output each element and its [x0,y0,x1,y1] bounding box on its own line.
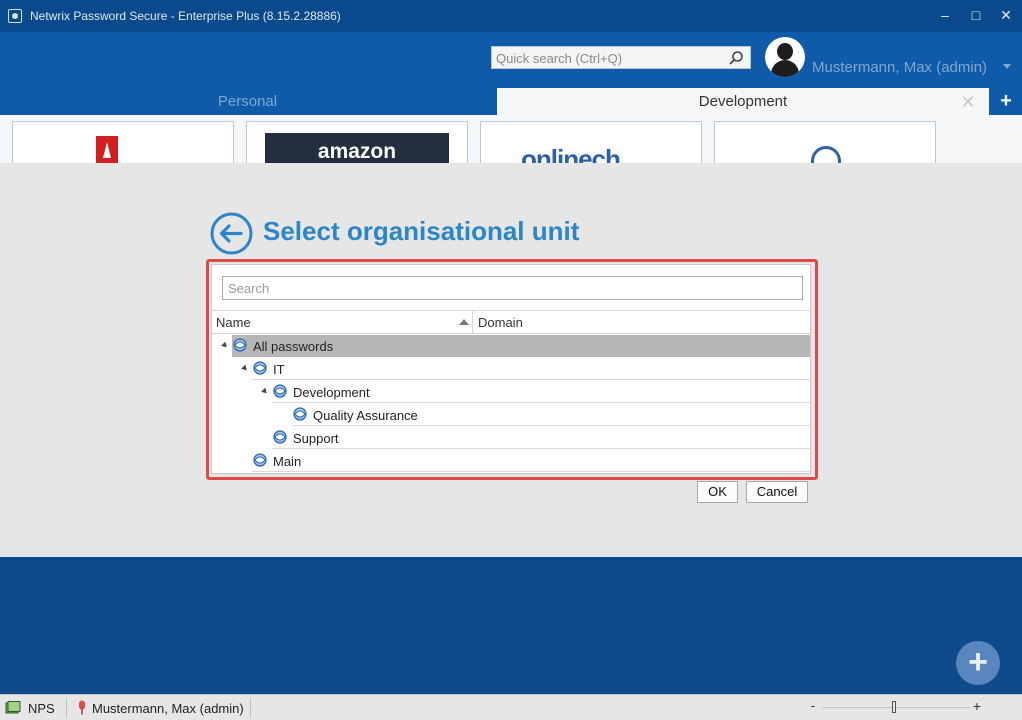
tile-amazon[interactable]: amazon [246,121,468,163]
ou-icon [233,338,247,352]
tree-row-quality-assurance[interactable]: Quality Assurance [292,404,810,426]
zoom-slider-thumb[interactable] [892,701,896,713]
search-icon[interactable] [728,50,744,66]
zoom-in-button[interactable]: + [971,698,983,716]
tree-row-development[interactable]: Development [261,381,810,403]
ou-icon [273,384,287,398]
tree-row-main[interactable]: Main [252,450,810,472]
tile-fourth[interactable] [714,121,936,163]
content-area [0,557,1022,694]
tab-personal[interactable]: Personal [0,88,495,115]
avatar[interactable] [765,37,805,77]
quick-search[interactable] [491,46,751,69]
tree-row-label: Main [273,454,302,469]
chevron-down-icon[interactable] [1003,64,1011,69]
amazon-logo: amazon [265,133,449,163]
add-record-button[interactable]: + [956,641,1000,685]
status-bar: NPS Mustermann, Max (admin) - + [0,694,1022,720]
tree-row-label: Development [293,385,370,400]
divider [66,698,67,718]
tree-row-label: IT [273,362,285,377]
tab-development[interactable]: Development [497,88,989,115]
onlinech-logo: onlinech [521,144,621,163]
column-header-name[interactable]: Name [212,311,473,333]
app-icon [8,9,22,23]
sort-ascending-icon [459,319,469,325]
ou-icon [293,407,307,421]
zoom-slider[interactable] [822,707,970,708]
user-name[interactable]: Mustermann, Max (admin) [812,59,987,76]
window-title-bar: Netwrix Password Secure - Enterprise Plu… [0,0,1022,32]
minimize-button[interactable]: – [935,5,955,25]
ou-icon [253,361,267,375]
adobe-logo [96,136,118,163]
tree-row-support[interactable]: Support [272,427,810,449]
tree-row-label: Support [293,431,339,446]
tab-bar: Personal Development ✕ + [0,88,1022,115]
ou-icon [273,430,287,444]
quick-search-input[interactable] [496,49,724,67]
status-user: Mustermann, Max (admin) [92,701,244,716]
tile-logo [811,146,841,163]
tile-onlinech[interactable]: onlinech [480,121,702,163]
app-header: Mustermann, Max (admin) [0,32,1022,88]
dialog-title: Select organisational unit [263,216,580,246]
column-header-domain[interactable]: Domain [478,315,523,330]
window-title: Netwrix Password Secure - Enterprise Plu… [30,9,341,23]
close-tab-icon[interactable]: ✕ [958,92,978,112]
back-arrow-icon[interactable] [210,212,253,255]
zoom-out-button[interactable]: - [808,698,818,716]
ou-icon [253,453,267,467]
ou-search-input[interactable] [228,280,788,297]
grid-header: Name Domain [212,310,810,334]
database-icon [5,701,21,714]
tree-row-it[interactable]: IT [241,358,810,380]
tile-adobe[interactable] [12,121,234,163]
tree-row-label: All passwords [253,339,334,354]
add-tab-button[interactable]: + [996,91,1016,111]
ok-button[interactable]: OK [697,481,738,503]
tree-row-label: Quality Assurance [313,408,418,423]
tree-row-all-passwords[interactable]: All passwords [221,335,810,357]
maximize-button[interactable]: □ [966,5,986,25]
divider [250,698,251,718]
close-window-button[interactable]: ✕ [996,5,1016,25]
user-pin-icon [79,700,85,715]
status-app: NPS [28,701,55,716]
password-tiles: amazon onlinech [0,115,1022,163]
cancel-button[interactable]: Cancel [746,481,808,503]
ou-search-field[interactable] [222,276,803,300]
